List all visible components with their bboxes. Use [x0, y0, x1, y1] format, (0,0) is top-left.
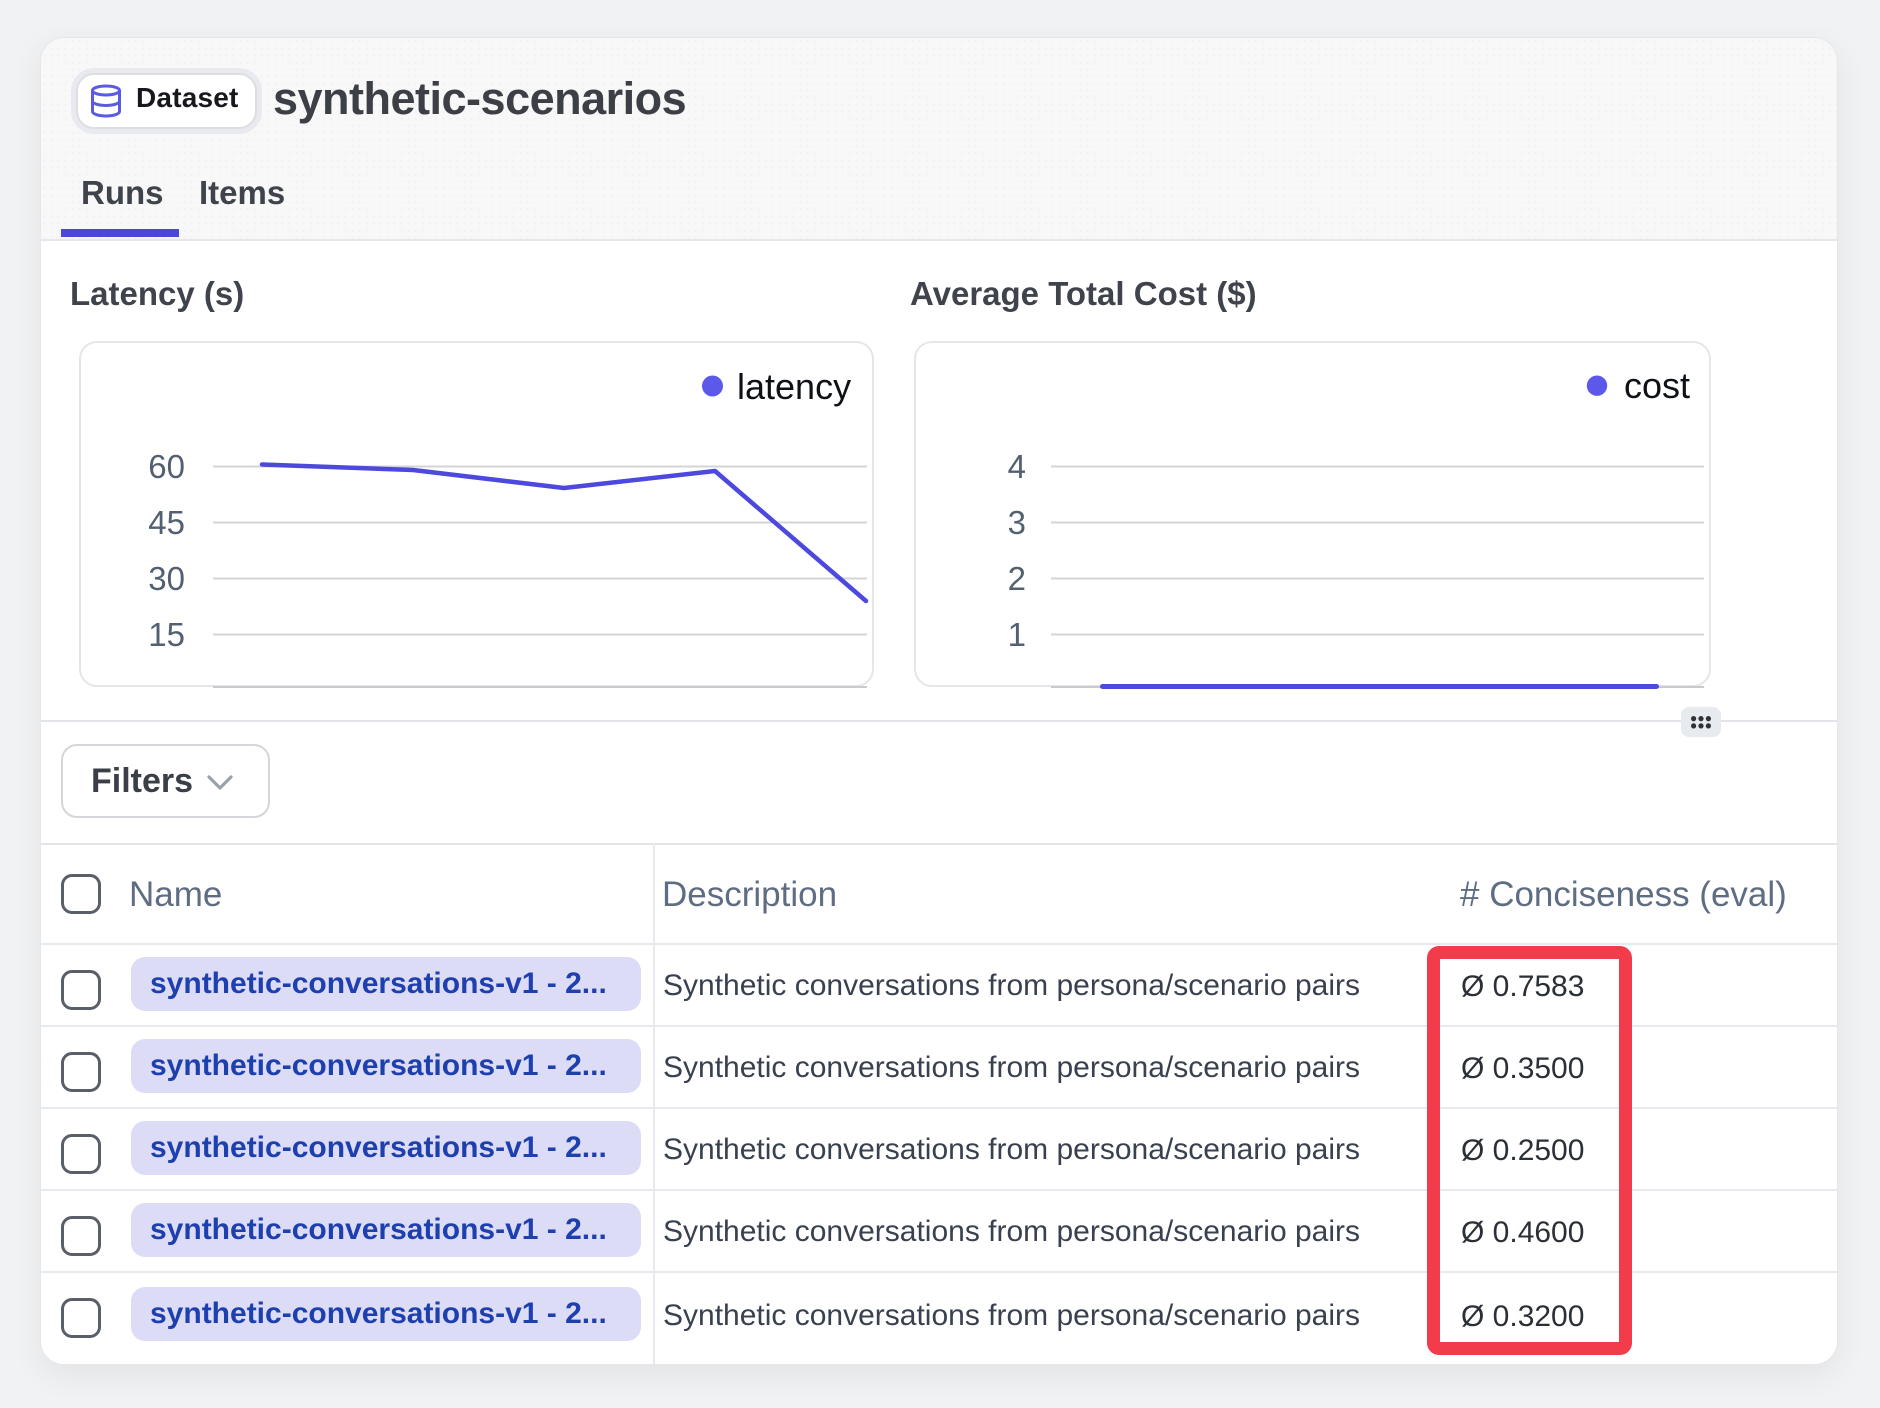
- svg-text:4: 4: [1008, 448, 1026, 485]
- svg-text:cost: cost: [1624, 365, 1690, 406]
- svg-text:2: 2: [1008, 560, 1026, 597]
- svg-text:latency: latency: [737, 366, 851, 407]
- svg-text:60: 60: [148, 448, 185, 485]
- svg-text:1: 1: [1008, 616, 1026, 653]
- svg-text:15: 15: [148, 616, 185, 653]
- svg-text:30: 30: [148, 560, 185, 597]
- svg-text:3: 3: [1008, 504, 1026, 541]
- svg-text:45: 45: [148, 504, 185, 541]
